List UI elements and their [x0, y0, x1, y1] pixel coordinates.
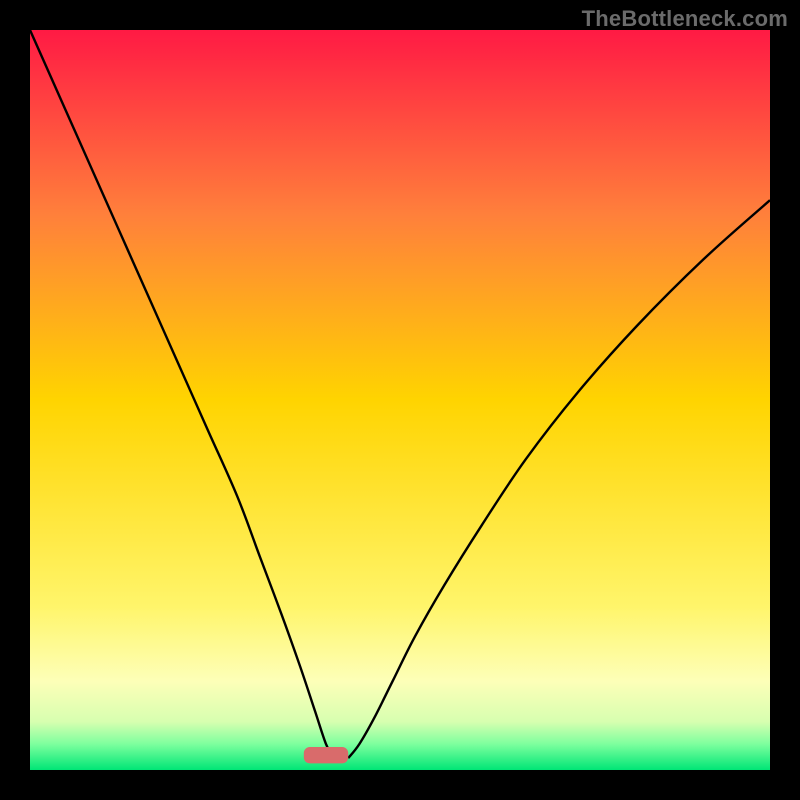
chart-svg	[30, 30, 770, 770]
chart-background	[30, 30, 770, 770]
minimum-marker	[304, 747, 348, 763]
chart-plot-area	[30, 30, 770, 770]
chart-frame: TheBottleneck.com	[0, 0, 800, 800]
watermark-label: TheBottleneck.com	[582, 6, 788, 32]
